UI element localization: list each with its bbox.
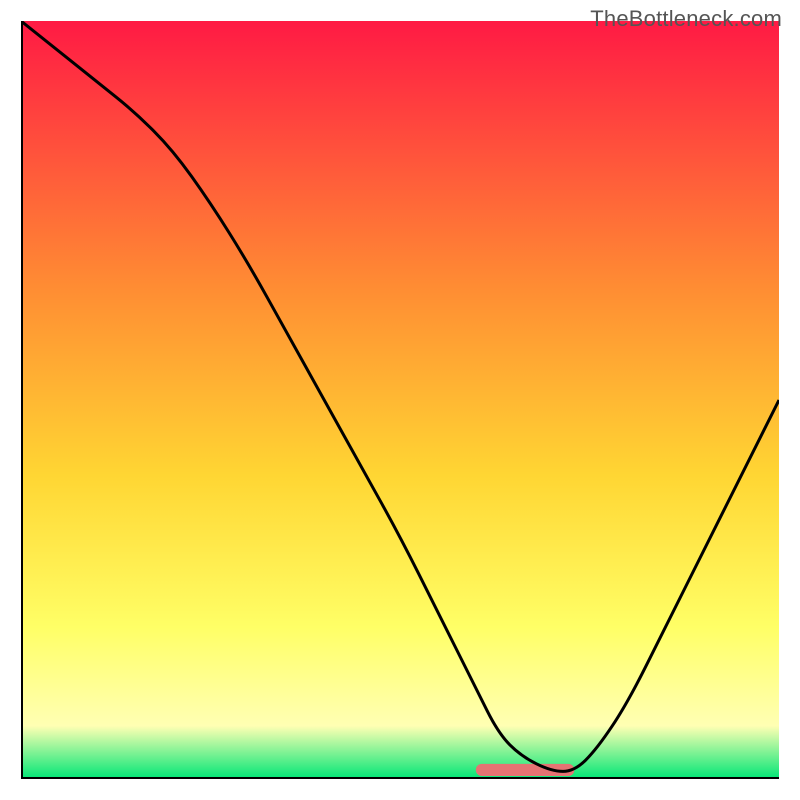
chart-svg [21, 21, 779, 779]
watermark-text: TheBottleneck.com [590, 6, 782, 32]
chart-area [21, 21, 779, 779]
gradient-background [21, 21, 779, 779]
